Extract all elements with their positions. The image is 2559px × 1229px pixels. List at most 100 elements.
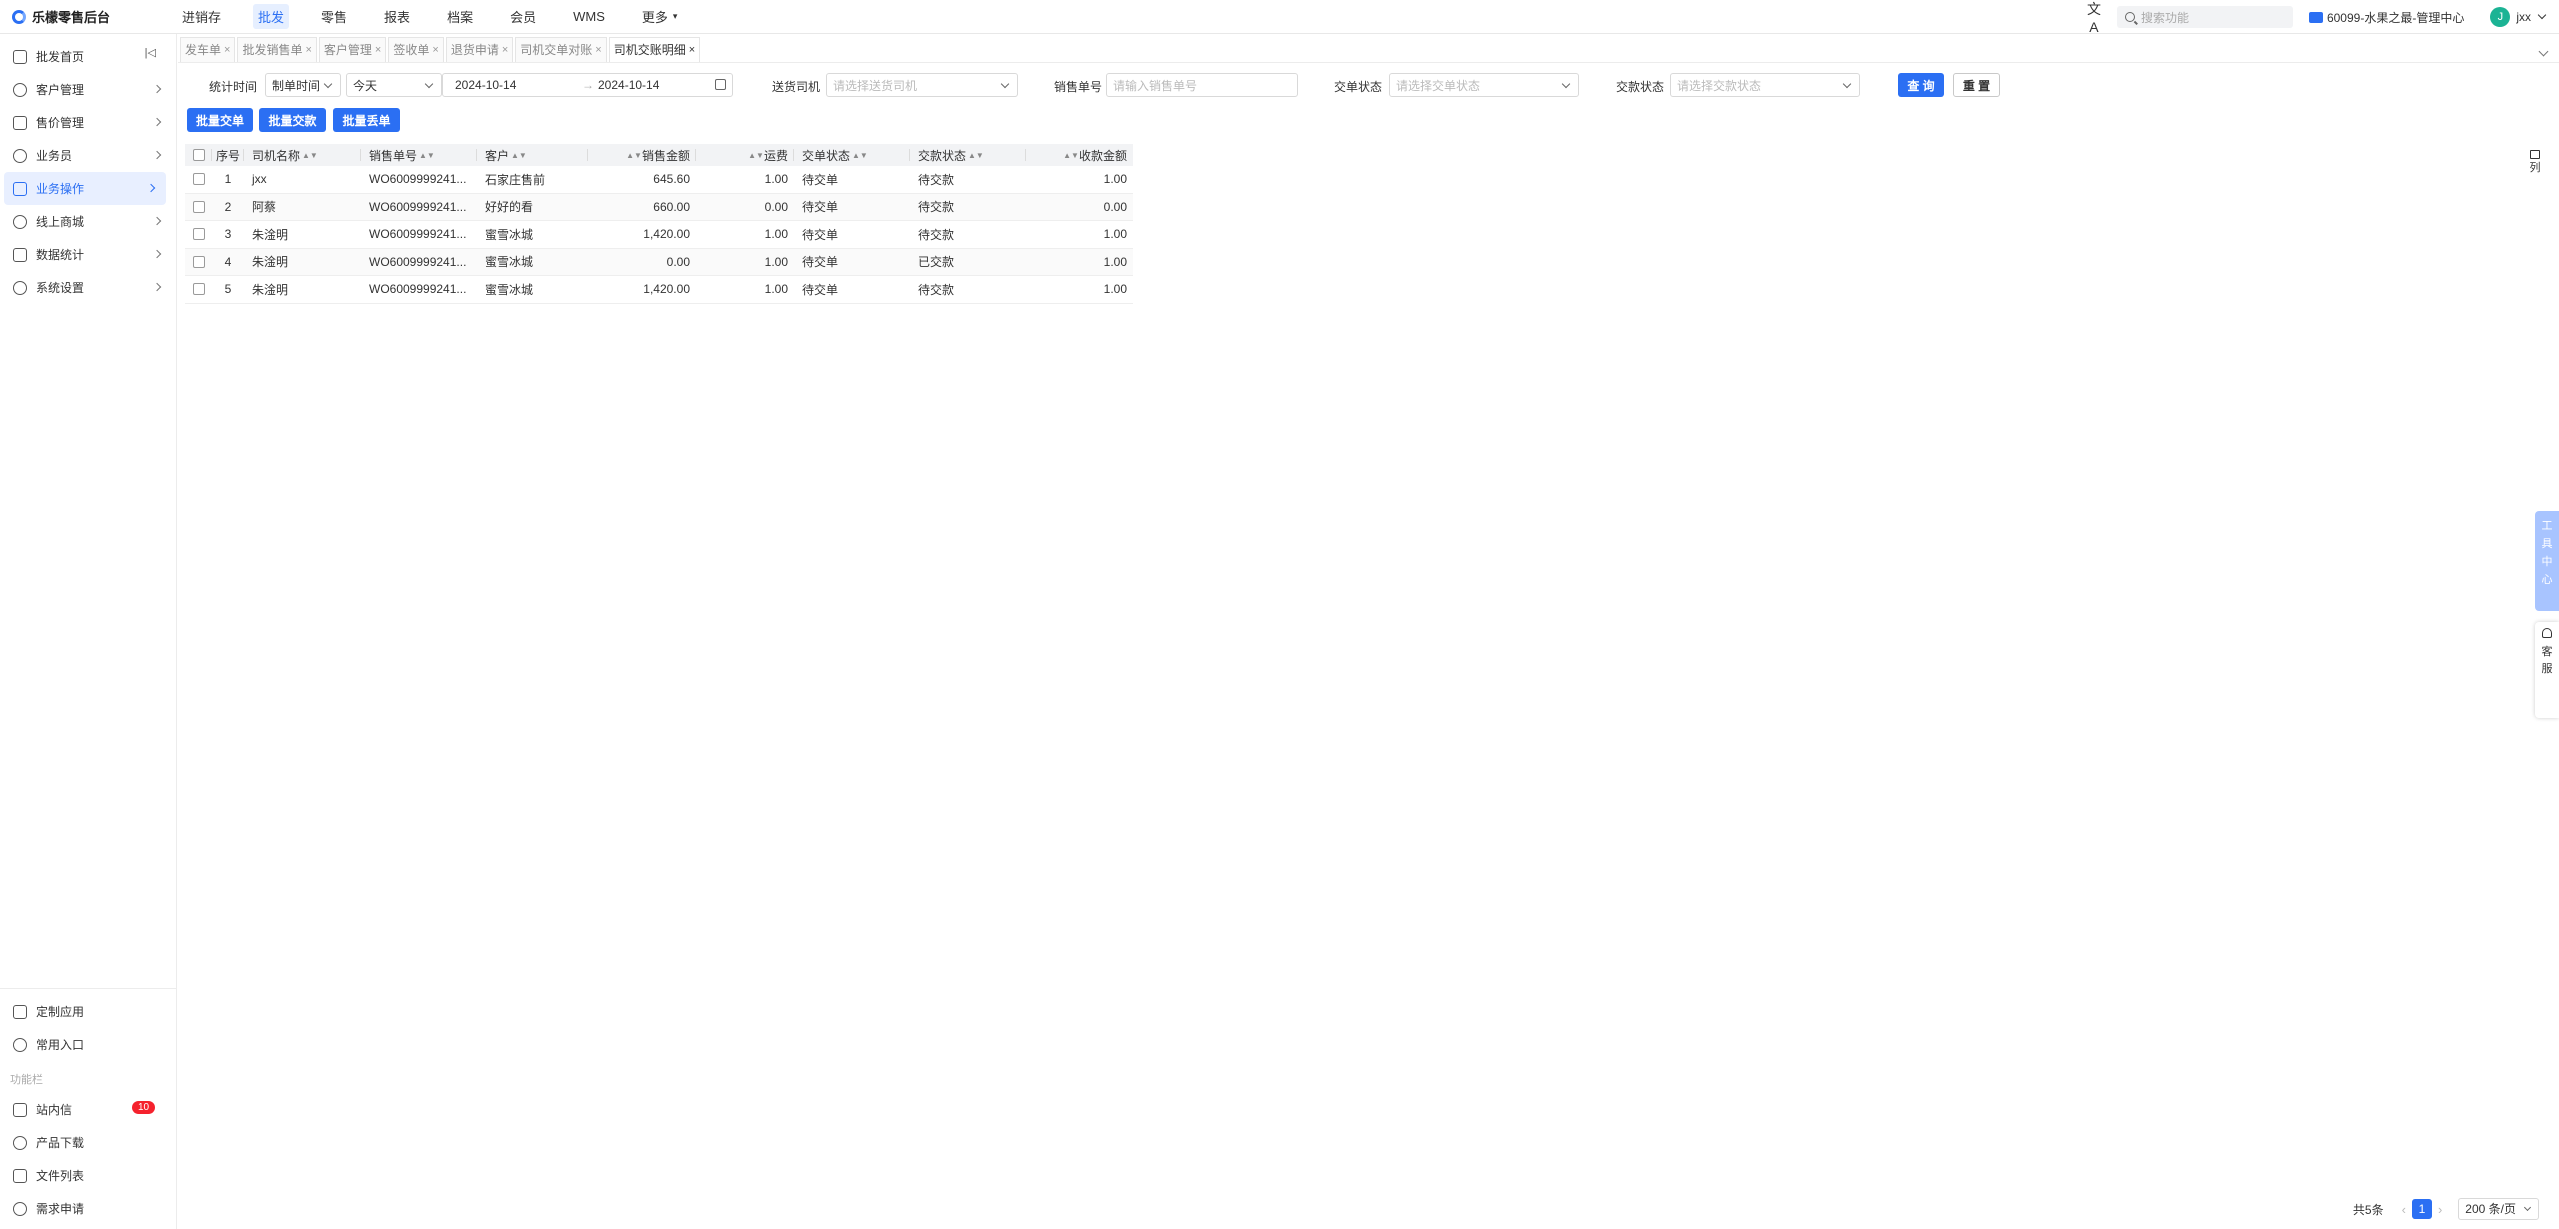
cell-driver: 阿蔡: [252, 200, 277, 215]
sort-icon[interactable]: ▲▼: [1063, 151, 1079, 160]
tab-2[interactable]: 客户管理 ×: [318, 37, 387, 62]
app-logo[interactable]: 乐檬零售后台: [0, 7, 177, 26]
col-sales-amount[interactable]: ▲▼ 销售金额: [588, 144, 696, 166]
tab-3[interactable]: 签收单 ×: [388, 37, 444, 62]
prev-page-button[interactable]: ‹: [2402, 1202, 2406, 1217]
table-row[interactable]: 2 阿蔡 WO6009999241... 好好的看 660.00 0.00 待交单 待交款 0.…: [185, 193, 1133, 221]
col-driver[interactable]: 司机名称 ▲▼: [244, 144, 361, 166]
shop-selector[interactable]: 60099-水果之最-管理中心: [2308, 9, 2464, 26]
close-icon[interactable]: ×: [595, 44, 601, 56]
close-icon[interactable]: ×: [305, 44, 311, 56]
chevron-right-icon: [152, 150, 162, 160]
table-row[interactable]: 5 朱淦明 WO6009999241... 蜜雪冰城 1,420.00 1.00 待交单 待交…: [185, 276, 1133, 304]
function-search-input[interactable]: 搜索功能: [2116, 6, 2293, 28]
topnav-item-7[interactable]: 更多: [637, 4, 673, 29]
col-order-no[interactable]: 销售单号 ▲▼: [361, 144, 477, 166]
sort-icon[interactable]: ▲▼: [511, 151, 527, 160]
sidebar-item-sidebar-tools-2[interactable]: 文件列表: [0, 1159, 177, 1192]
sidebar-item-sidebar-tools-1[interactable]: 产品下载: [0, 1126, 177, 1159]
sidebar-item-sidebar-items-2[interactable]: 售价管理: [0, 106, 176, 139]
app-title: 乐檬零售后台: [32, 10, 111, 25]
sidebar-item-sidebar-items-3[interactable]: 业务员: [0, 139, 176, 172]
row-checkbox[interactable]: [193, 283, 205, 296]
col-driver-label: 司机名称: [252, 148, 301, 163]
col-payment-status[interactable]: 交款状态 ▲▼: [910, 144, 1026, 166]
col-submit-status[interactable]: 交单状态 ▲▼: [794, 144, 910, 166]
close-icon[interactable]: ×: [502, 44, 508, 56]
topnav-item-3[interactable]: 报表: [379, 4, 415, 29]
close-icon[interactable]: ×: [224, 44, 230, 56]
tools-center-widget[interactable]: 工具中心: [2535, 511, 2559, 611]
sidebar-item-sidebar-tools-3[interactable]: 需求申请: [0, 1192, 177, 1225]
sort-icon[interactable]: ▲▼: [852, 151, 868, 160]
row-checkbox[interactable]: [193, 200, 205, 213]
query-button[interactable]: 查 询: [1898, 73, 1944, 97]
topnav-item-6[interactable]: WMS: [568, 6, 610, 27]
batch-submit-button[interactable]: 批量交单: [187, 108, 253, 132]
close-icon[interactable]: ×: [375, 44, 381, 56]
row-checkbox[interactable]: [193, 173, 205, 186]
page-number-current[interactable]: 1: [2411, 1199, 2432, 1219]
tab-4[interactable]: 退货申请 ×: [445, 37, 514, 62]
driver-select[interactable]: 请选择送货司机: [826, 73, 1018, 97]
batch-lost-button[interactable]: 批量丢单: [333, 108, 400, 132]
date-range-picker[interactable]: 2024-10-14 → 2024-10-14: [442, 73, 733, 97]
topnav-item-1[interactable]: 批发: [253, 4, 290, 29]
table-row[interactable]: 1 jxx WO6009999241... 石家庄售前 645.60 1.00 待交单 待交款…: [185, 166, 1133, 194]
date-start[interactable]: 2024-10-14: [455, 78, 516, 92]
sidebar-item-sidebar-tools-0[interactable]: 站内信 10: [0, 1093, 177, 1126]
sidebar-item-sidebar-bottom_items-1[interactable]: 常用入口: [0, 1028, 177, 1061]
row-checkbox[interactable]: [193, 228, 205, 241]
sort-icon[interactable]: ▲▼: [302, 151, 318, 160]
col-customer[interactable]: 客户 ▲▼: [477, 144, 588, 166]
tabs-more-icon[interactable]: [2538, 46, 2549, 57]
customer-service-widget[interactable]: 客服: [2535, 622, 2559, 718]
payment-status-select[interactable]: 请选择交款状态: [1670, 73, 1860, 97]
sidebar-item-sidebar-items-4[interactable]: 业务操作: [4, 172, 166, 205]
collapse-sidebar-icon[interactable]: |◁: [145, 46, 156, 59]
submit-status-placeholder: 请选择交单状态: [1396, 78, 1481, 93]
sidebar-item-sidebar-bottom_items-0[interactable]: 定制应用: [0, 995, 177, 1028]
close-icon[interactable]: ×: [689, 44, 695, 56]
cell-customer: 石家庄售前: [485, 172, 546, 187]
topnav-item-5[interactable]: 会员: [505, 4, 541, 29]
page-size-select[interactable]: 200 条/页: [2458, 1198, 2539, 1220]
topnav-item-0[interactable]: 进销存: [177, 4, 226, 29]
table-row[interactable]: 3 朱淦明 WO6009999241... 蜜雪冰城 1,420.00 1.00 待交单 待交…: [185, 221, 1133, 249]
sort-icon[interactable]: ▲▼: [419, 151, 435, 160]
topnav-item-2[interactable]: 零售: [316, 4, 352, 29]
col-freight[interactable]: ▲▼ 运费: [696, 144, 794, 166]
tab-5[interactable]: 司机交单对账 ×: [515, 37, 607, 62]
cell-submit: 待交单: [802, 255, 839, 270]
user-menu[interactable]: J jxx: [2490, 7, 2547, 27]
col-received-amount[interactable]: ▲▼ 收款金额: [1026, 144, 1133, 166]
topnav-item-4[interactable]: 档案: [442, 4, 478, 29]
sidebar-item-sidebar-items-1[interactable]: 客户管理: [0, 73, 176, 106]
tab-1[interactable]: 批发销售单 ×: [237, 37, 317, 62]
sidebar-item-sidebar-items-6[interactable]: 数据统计: [0, 238, 176, 271]
column-setting-button[interactable]: 列: [2529, 150, 2541, 175]
tab-0[interactable]: 发车单 ×: [180, 37, 236, 62]
chevron-down-icon: [2523, 1203, 2532, 1212]
reset-button[interactable]: 重 置: [1953, 73, 2000, 97]
next-page-button[interactable]: ›: [2438, 1202, 2442, 1217]
sidebar-item-sidebar-items-7[interactable]: 系统设置: [0, 271, 176, 304]
table-row[interactable]: 4 朱淦明 WO6009999241... 蜜雪冰城 0.00 1.00 待交单 已交款 1.0…: [185, 248, 1133, 276]
select-all-checkbox[interactable]: [193, 149, 205, 161]
tab-6[interactable]: 司机交账明细 ×: [608, 37, 701, 62]
sidebar-item-sidebar-items-5[interactable]: 线上商城: [0, 205, 176, 238]
columns-icon: [2530, 150, 2540, 159]
cell-order: WO6009999241...: [369, 254, 467, 269]
sort-icon[interactable]: ▲▼: [968, 151, 984, 160]
period-select[interactable]: 今天: [346, 73, 442, 97]
batch-payment-button[interactable]: 批量交款: [259, 108, 326, 132]
sort-icon[interactable]: ▲▼: [626, 151, 642, 160]
sort-icon[interactable]: ▲▼: [748, 151, 764, 160]
translate-icon[interactable]: 文A: [2085, 0, 2103, 35]
time-type-select[interactable]: 制单时间: [265, 73, 341, 97]
submit-status-select[interactable]: 请选择交单状态: [1389, 73, 1579, 97]
date-end[interactable]: 2024-10-14: [598, 78, 659, 92]
close-icon[interactable]: ×: [432, 44, 438, 56]
order-no-input[interactable]: 请输入销售单号: [1106, 73, 1298, 97]
row-checkbox[interactable]: [193, 255, 205, 268]
